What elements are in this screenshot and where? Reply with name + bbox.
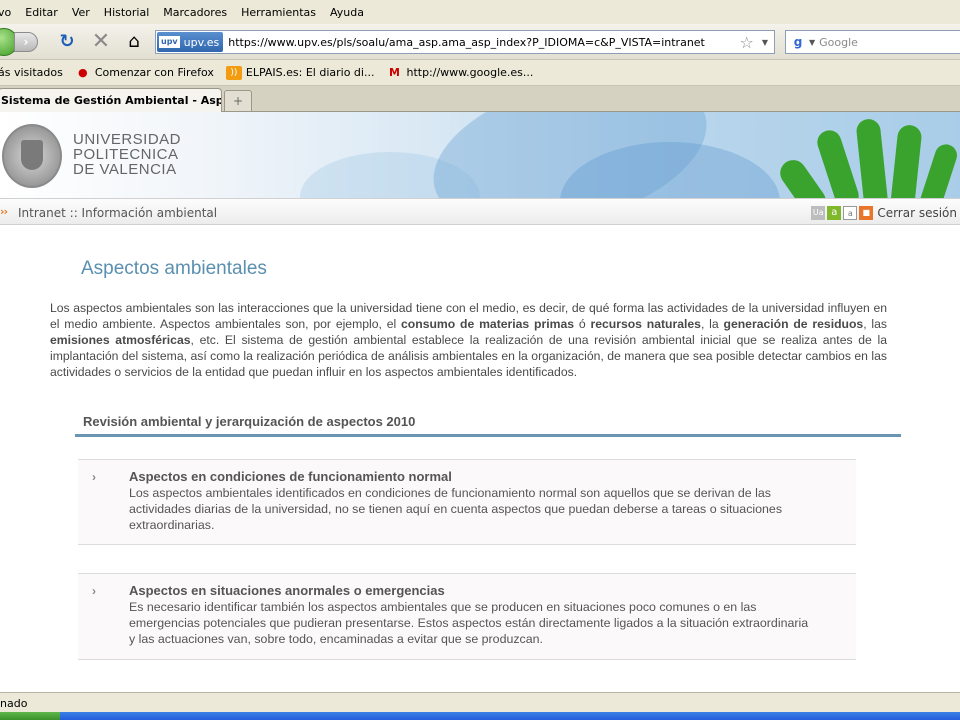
header-banner: UNIVERSIDAD POLITECNICA DE VALENCIA: [0, 112, 960, 198]
start-button[interactable]: [0, 712, 60, 720]
gmail-icon: M: [388, 65, 400, 79]
page-tools: Ua a a ■ Cerrar sesión: [809, 206, 957, 220]
rss-icon: )): [225, 65, 242, 80]
search-engine-dropdown-icon[interactable]: ▼: [809, 38, 815, 47]
aspect-card-emergency[interactable]: › Aspectos en situaciones anormales o em…: [78, 573, 856, 660]
intro-highlight: emisiones atmosféricas: [50, 333, 191, 347]
menu-history[interactable]: Historial: [104, 6, 149, 19]
lock-icon[interactable]: ■: [859, 206, 874, 220]
chevron-right-icon: ›: [92, 470, 96, 484]
chevron-right-icon: ›: [92, 584, 96, 598]
back-forward-group: ›: [0, 28, 48, 56]
search-box[interactable]: g ▼ Google: [785, 30, 960, 54]
page-title: Aspectos ambientales: [81, 258, 267, 279]
intro-highlight: generación de residuos: [723, 317, 864, 331]
menu-bookmarks[interactable]: Marcadores: [163, 6, 227, 19]
address-bar[interactable]: upv upv.es https://www.upv.es/pls/soalu/…: [155, 30, 775, 54]
logo-line: POLITECNICA: [73, 146, 179, 163]
bookmark-label: ELPAIS.es: El diario di...: [245, 66, 375, 79]
site-identity-label: upv.es: [183, 35, 220, 49]
breadcrumb-arrows-icon: ››: [0, 205, 8, 218]
bookmark-label: http://www.google.es...: [406, 66, 534, 79]
bookmark-star-icon[interactable]: ☆: [740, 33, 754, 52]
tab-strip: Sistema de Gestión Ambiental - Asp... +: [0, 86, 960, 112]
tab-active[interactable]: Sistema de Gestión Ambiental - Asp...: [0, 88, 222, 112]
url-dropdown-icon[interactable]: ▼: [762, 38, 768, 47]
bookmark-most-visited[interactable]: ás visitados: [0, 66, 63, 79]
os-taskbar: [0, 712, 960, 720]
site-favicon: upv: [159, 36, 180, 48]
search-placeholder[interactable]: Google: [819, 36, 858, 49]
hand-logo-icon: [775, 117, 960, 198]
google-icon[interactable]: g: [789, 34, 807, 50]
menu-bar: vo Editar Ver Historial Marcadores Herra…: [0, 0, 960, 24]
bookmark-label: ás visitados: [0, 66, 63, 79]
firefox-icon: ●: [78, 65, 88, 79]
bookmark-elpais[interactable]: )) ELPAIS.es: El diario di...: [225, 65, 375, 80]
page-viewport: UNIVERSIDAD POLITECNICA DE VALENCIA ›› I…: [0, 112, 960, 692]
navigation-toolbar: › ↻ ✕ ⌂ upv upv.es https://www.upv.es/pl…: [0, 24, 960, 60]
menu-edit[interactable]: Editar: [25, 6, 58, 19]
menu-file[interactable]: vo: [0, 6, 11, 19]
card-title[interactable]: Aspectos en condiciones de funcionamient…: [129, 469, 452, 484]
university-seal-icon[interactable]: [2, 124, 62, 188]
intro-text: , la: [700, 317, 724, 331]
new-tab-button[interactable]: +: [224, 90, 252, 111]
menu-view[interactable]: Ver: [72, 6, 90, 19]
home-icon[interactable]: ⌂: [123, 31, 145, 53]
card-description: Es necesario identificar también los asp…: [129, 600, 809, 646]
intro-text: ó: [574, 317, 591, 331]
breadcrumb-bar: ›› Intranet :: Información ambiental Ua …: [0, 198, 960, 225]
university-logo-text[interactable]: UNIVERSIDAD POLITECNICA DE VALENCIA: [73, 132, 181, 177]
accessibility-icon[interactable]: Ua: [811, 206, 826, 220]
breadcrumb[interactable]: Intranet :: Información ambiental: [18, 206, 217, 220]
menu-help[interactable]: Ayuda: [330, 6, 364, 19]
menu-tools[interactable]: Herramientas: [241, 6, 316, 19]
intro-highlight: recursos naturales: [590, 317, 701, 331]
forward-button[interactable]: ›: [14, 32, 38, 52]
logo-line: DE VALENCIA: [73, 161, 177, 178]
reload-icon[interactable]: ↻: [56, 31, 78, 53]
bookmarks-toolbar: ás visitados ● Comenzar con Firefox )) E…: [0, 60, 960, 86]
section-heading: Revisión ambiental y jerarquización de a…: [75, 413, 901, 437]
bookmark-google[interactable]: M http://www.google.es...: [386, 66, 533, 80]
bookmark-firefox[interactable]: ● Comenzar con Firefox: [75, 66, 214, 80]
logout-link[interactable]: Cerrar sesión: [877, 206, 957, 220]
status-bar: nado: [0, 692, 960, 712]
font-size-large-icon[interactable]: a: [843, 206, 858, 220]
card-title[interactable]: Aspectos en situaciones anormales o emer…: [129, 583, 445, 598]
stop-icon[interactable]: ✕: [90, 31, 112, 53]
intro-paragraph: Los aspectos ambientales son las interac…: [50, 300, 887, 380]
bookmark-label: Comenzar con Firefox: [94, 66, 214, 79]
card-description: Los aspectos ambientales identificados e…: [129, 486, 783, 532]
intro-text: , las: [863, 317, 887, 331]
url-text[interactable]: https://www.upv.es/pls/soalu/ama_asp.ama…: [228, 36, 739, 49]
intro-highlight: consumo de materias primas: [401, 317, 575, 331]
font-size-normal-icon[interactable]: a: [827, 206, 842, 220]
logo-line: UNIVERSIDAD: [73, 131, 182, 148]
aspect-card-normal[interactable]: › Aspectos en condiciones de funcionamie…: [78, 459, 856, 545]
site-identity-badge[interactable]: upv upv.es: [157, 32, 224, 52]
